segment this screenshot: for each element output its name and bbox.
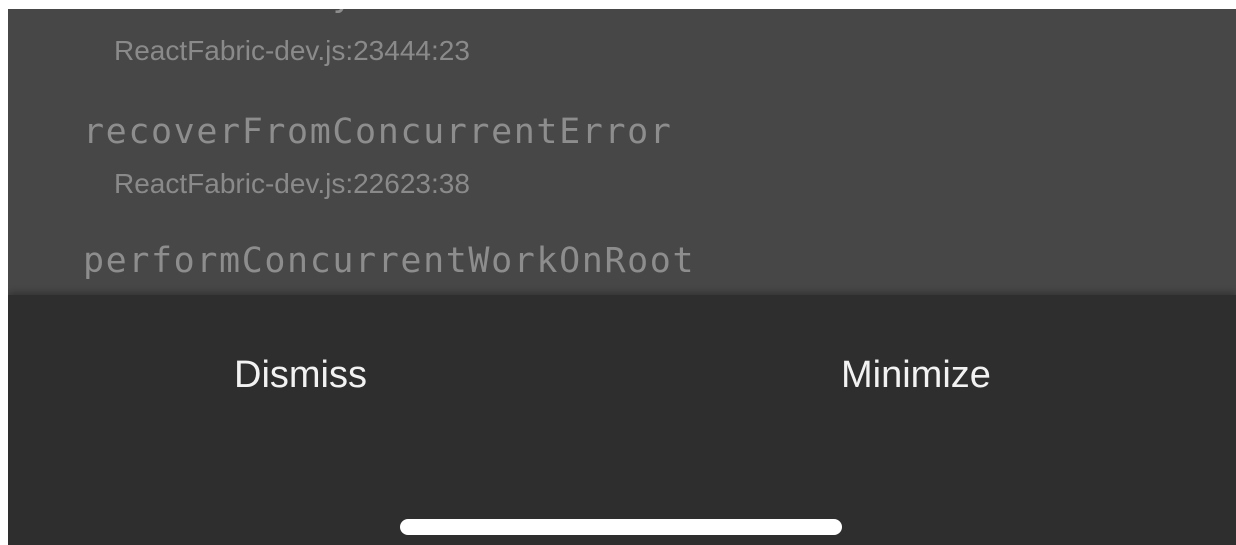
stack-trace[interactable]: renderRootSync ReactFabric-dev.js:23444:… <box>8 9 1236 295</box>
home-indicator[interactable] <box>400 519 842 535</box>
minimize-button[interactable]: Minimize <box>841 347 991 403</box>
stack-frame-location: ReactFabric-dev.js:23444:23 <box>114 35 470 66</box>
footer-bar: Dismiss Minimize <box>8 295 1236 545</box>
stack-frame-function: renderRootSync <box>83 9 400 15</box>
dismiss-button[interactable]: Dismiss <box>234 347 367 403</box>
stack-frame-function: performConcurrentWorkOnRoot <box>83 241 696 281</box>
stack-frame-location: ReactFabric-dev.js:22623:38 <box>114 168 470 199</box>
stack-frame-function: recoverFromConcurrentError <box>83 112 673 152</box>
error-screen: renderRootSync ReactFabric-dev.js:23444:… <box>8 9 1236 545</box>
